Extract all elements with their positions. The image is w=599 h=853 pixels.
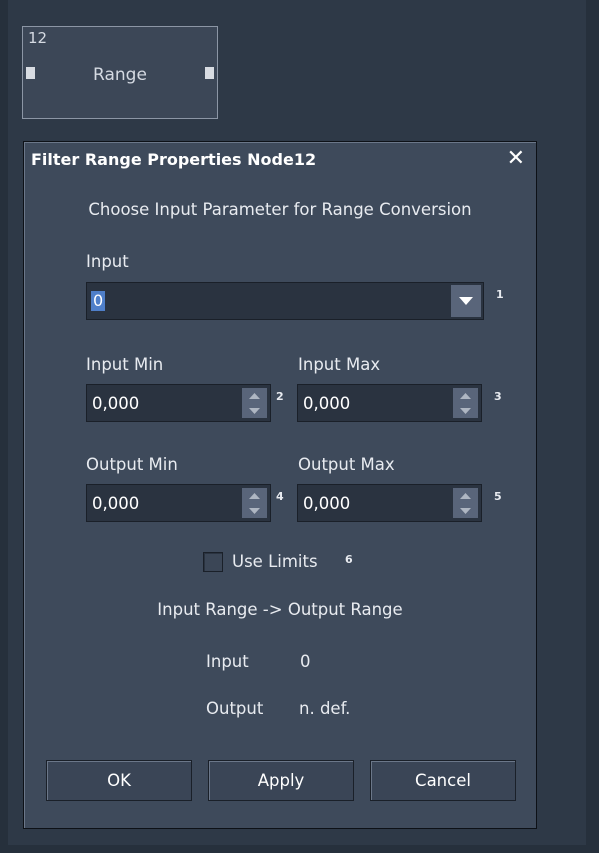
input-min-value: 0,000 <box>92 394 140 413</box>
ok-button[interactable]: OK <box>46 760 192 801</box>
arrow-up-icon <box>460 492 471 499</box>
node-output-port[interactable] <box>205 67 214 79</box>
output-max-value: 0,000 <box>303 494 351 513</box>
close-icon[interactable]: ✕ <box>507 146 525 171</box>
output-min-badge: 4 <box>276 490 284 503</box>
range-caption: Input Range -> Output Range <box>157 600 403 619</box>
arrow-down-icon <box>460 507 471 514</box>
use-limits-badge: 6 <box>345 553 353 566</box>
arrow-down-icon <box>249 407 260 414</box>
readout-output-value: n. def. <box>299 699 351 718</box>
readout-output-label: Output <box>206 699 264 718</box>
output-min-field[interactable]: 0,000 <box>86 484 271 522</box>
input-max-field[interactable]: 0,000 <box>297 384 482 422</box>
input-min-label: Input Min <box>86 355 164 374</box>
dialog-title: Filter Range Properties Node12 <box>31 150 317 169</box>
output-max-badge: 5 <box>494 490 502 503</box>
arrow-up-icon <box>249 492 260 499</box>
arrow-down-icon <box>460 407 471 414</box>
input-label: Input <box>86 252 129 271</box>
input-select[interactable]: 0 <box>86 282 484 320</box>
use-limits-label[interactable]: Use Limits <box>232 552 318 571</box>
input-max-value: 0,000 <box>303 394 351 413</box>
output-max-stepper[interactable] <box>453 488 478 518</box>
readout-input-label: Input <box>206 652 249 671</box>
input-max-label: Input Max <box>298 355 381 374</box>
output-max-label: Output Max <box>298 455 395 474</box>
apply-button[interactable]: Apply <box>208 760 354 801</box>
output-min-stepper[interactable] <box>242 488 267 518</box>
dialog-heading: Choose Input Parameter for Range Convers… <box>88 200 472 219</box>
output-max-field[interactable]: 0,000 <box>297 484 482 522</box>
cancel-button[interactable]: Cancel <box>370 760 516 801</box>
chevron-down-icon[interactable] <box>451 285 481 317</box>
input-min-badge: 2 <box>276 390 284 403</box>
arrow-up-icon <box>249 392 260 399</box>
filter-range-dialog: Filter Range Properties Node12 ✕ Choose … <box>23 141 537 829</box>
node-number: 12 <box>28 29 48 47</box>
output-min-label: Output Min <box>86 455 178 474</box>
input-badge: 1 <box>496 288 504 301</box>
input-max-badge: 3 <box>494 390 502 403</box>
arrow-up-icon <box>460 392 471 399</box>
input-max-stepper[interactable] <box>453 388 478 418</box>
input-min-field[interactable]: 0,000 <box>86 384 271 422</box>
input-min-stepper[interactable] <box>242 388 267 418</box>
readout-input-value: 0 <box>300 652 311 671</box>
dialog-titlebar[interactable]: Filter Range Properties Node12 ✕ <box>25 143 535 176</box>
use-limits-checkbox[interactable] <box>203 552 223 572</box>
output-min-value: 0,000 <box>92 494 140 513</box>
node-label: Range <box>93 65 147 85</box>
range-node[interactable]: 12 Range <box>22 26 218 119</box>
input-select-value: 0 <box>91 291 106 311</box>
arrow-down-icon <box>249 507 260 514</box>
